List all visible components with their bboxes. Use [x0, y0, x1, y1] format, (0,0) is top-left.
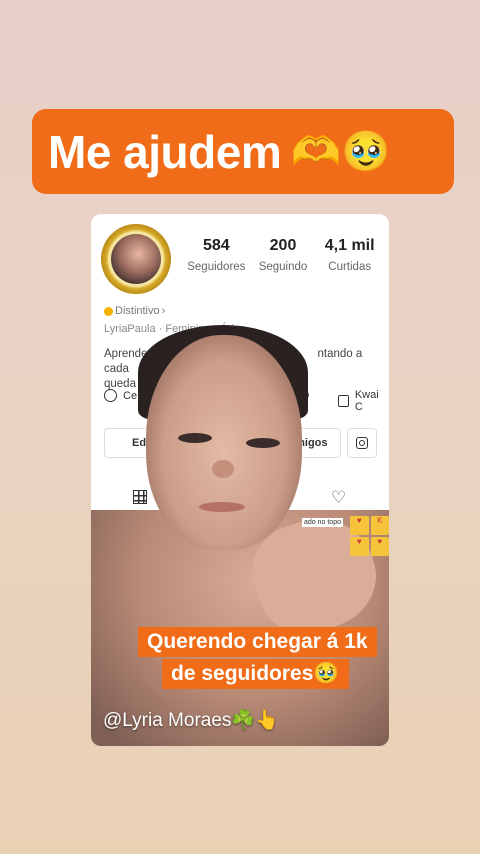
avatar[interactable] — [101, 224, 171, 294]
wallet-icon — [338, 395, 349, 407]
stat-value: 200 — [269, 237, 297, 254]
selfie-eye — [178, 433, 212, 443]
selfie-nose — [212, 460, 234, 478]
heart-icon[interactable]: ♡ — [331, 488, 346, 508]
profile-stats: 584 Seguidores 200 Seguindo 4,1 mil Curt… — [183, 237, 383, 273]
title-banner: Me ajudem 🫶🥹 — [32, 109, 454, 194]
link-kwai[interactable]: Kwai C — [338, 389, 389, 413]
banner-text: Me ajudem — [48, 125, 282, 178]
selfie-eye — [246, 438, 280, 448]
sticker-tiles: ♥ K ♥ ♥ — [350, 516, 389, 556]
instagram-icon — [356, 437, 368, 449]
top-tag: ado no topo — [302, 518, 343, 527]
caption-line-2: de seguidores🥹 — [162, 659, 349, 689]
link-left[interactable]: Ce — [104, 389, 137, 402]
tile: K — [370, 516, 389, 535]
tile: ♥ — [350, 516, 369, 535]
stat-label: Seguidores — [187, 261, 246, 273]
stat-following[interactable]: 200 Seguindo — [250, 237, 317, 273]
badge-label: Distintivo — [115, 305, 160, 317]
stat-label: Curtidas — [328, 261, 372, 273]
selfie-mouth — [199, 502, 245, 512]
stat-likes[interactable]: 4,1 mil Curtidas — [316, 237, 383, 273]
stat-value: 4,1 mil — [324, 237, 375, 254]
link-label: Ce — [123, 389, 138, 402]
stat-label: Seguindo — [258, 261, 308, 273]
tile: ♥ — [350, 537, 369, 556]
stat-value: 584 — [202, 237, 230, 254]
instagram-button[interactable] — [347, 428, 377, 458]
edit-label: Ed — [132, 437, 147, 449]
avatar-image — [111, 234, 161, 284]
badge-link[interactable]: Distintivo › — [104, 305, 165, 317]
caption-line-1: Querendo chegar á 1k — [138, 627, 377, 657]
grid-icon[interactable] — [133, 490, 147, 504]
banner-emoji: 🫶🥹 — [291, 130, 391, 174]
user-handle[interactable]: @Lyria Moraes☘️👆 — [103, 708, 279, 732]
tile: ♥ — [370, 537, 389, 556]
link-label: Kwai C — [354, 389, 379, 413]
location-icon — [104, 389, 117, 402]
badge-icon — [104, 306, 113, 316]
stat-followers[interactable]: 584 Seguidores — [183, 237, 250, 273]
chevron-right-icon: › — [161, 305, 166, 317]
